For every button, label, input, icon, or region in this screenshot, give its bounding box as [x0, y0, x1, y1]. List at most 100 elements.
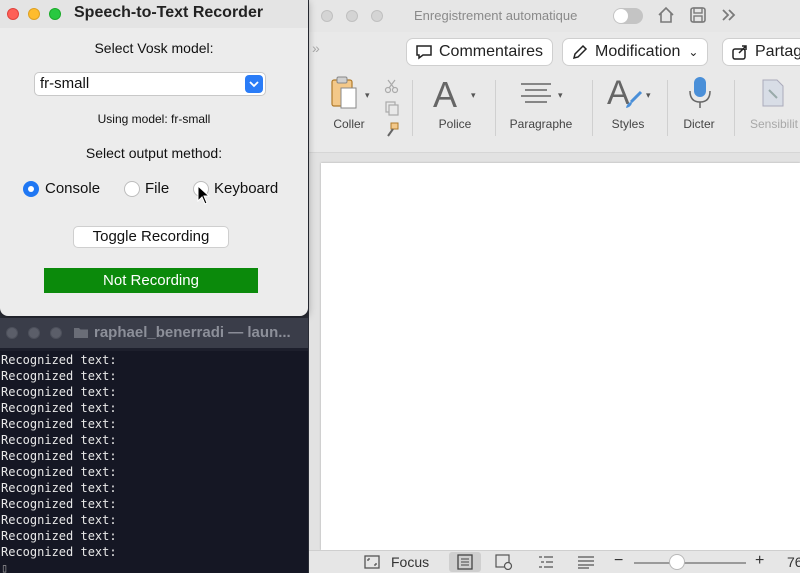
styles-label: Styles — [611, 117, 645, 131]
outline-view-icon[interactable] — [537, 555, 555, 572]
terminal-line: Recognized text: — [1, 385, 117, 399]
terminal-line: Recognized text: — [1, 401, 117, 415]
terminal-line: Recognized text: — [1, 417, 117, 431]
terminal-zoom-button[interactable] — [50, 327, 62, 339]
terminal-cursor: ▯ — [1, 561, 9, 573]
save-icon[interactable] — [687, 5, 709, 27]
autosave-toggle[interactable] — [613, 8, 643, 24]
ribbon: Coller ▾ A Police ▾ Paragraphe ▾ A Style… — [309, 72, 800, 153]
sensitivity-group[interactable]: Sensibilit — [739, 72, 800, 152]
pencil-icon — [571, 43, 589, 61]
editing-mode-label: Modification — [595, 43, 681, 60]
terminal-line: Recognized text: — [1, 529, 117, 543]
terminal-line: Recognized text: — [1, 481, 117, 495]
terminal-line: Recognized text: — [1, 465, 117, 479]
format-painter-icon[interactable] — [384, 122, 400, 143]
radio-file-label[interactable]: File — [145, 180, 169, 197]
font-group[interactable]: A Police — [425, 72, 485, 152]
draft-view-icon[interactable] — [577, 555, 595, 572]
word-titlebar: Enregistrement automatique — [309, 0, 800, 32]
editing-mode-button[interactable]: Modification ⌄ — [562, 38, 708, 66]
styles-brush-icon — [623, 90, 643, 115]
paste-chevron-icon[interactable]: ▾ — [365, 90, 370, 101]
terminal-line: Recognized text: — [1, 513, 117, 527]
zoom-slider-track[interactable] — [634, 562, 746, 564]
radio-file[interactable] — [124, 181, 140, 197]
dictate-button[interactable]: Dicter — [671, 72, 727, 152]
zoom-percent[interactable]: 76 — [787, 554, 800, 570]
sensitivity-tag-icon — [759, 78, 785, 113]
word-statusbar: Focus − + 76 — [309, 550, 800, 573]
word-zoom-button[interactable] — [371, 10, 383, 22]
zoom-out-icon[interactable]: − — [614, 552, 623, 570]
word-minimize-button[interactable] — [346, 10, 358, 22]
toggle-recording-button[interactable]: Toggle Recording — [73, 226, 229, 248]
radio-keyboard-label[interactable]: Keyboard — [214, 180, 278, 197]
zoom-button[interactable] — [49, 8, 61, 20]
recording-status-label: Not Recording — [44, 268, 258, 293]
web-layout-view-icon[interactable] — [495, 554, 513, 573]
zoom-slider-thumb[interactable] — [669, 554, 685, 570]
terminal-line: Recognized text: — [1, 433, 117, 447]
print-layout-view-button[interactable] — [449, 552, 481, 572]
terminal-titlebar: raphael_benerradi — laun... — [0, 318, 308, 348]
styles-group[interactable]: A Styles — [597, 72, 659, 152]
document-area — [309, 153, 800, 550]
paste-label: Coller — [333, 117, 365, 131]
comments-label: Commentaires — [439, 43, 544, 60]
terminal-line: Recognized text: — [1, 545, 117, 559]
paragraph-group[interactable]: Paragraphe — [501, 72, 581, 152]
font-a-icon: A — [433, 74, 458, 115]
focus-icon[interactable] — [364, 555, 380, 572]
output-prompt: Select output method: — [85, 145, 223, 161]
paste-group[interactable]: Coller — [323, 72, 375, 152]
side-chevrons-icon[interactable]: » — [312, 40, 320, 56]
radio-console-label[interactable]: Console — [45, 180, 100, 197]
paragraph-label: Paragraphe — [509, 117, 573, 131]
share-icon — [731, 43, 749, 61]
ribbon-separator — [412, 80, 413, 136]
folder-icon — [73, 326, 89, 344]
document-page[interactable] — [321, 163, 800, 550]
paragraph-align-icon — [519, 82, 553, 109]
model-status: Using model: fr-small — [97, 112, 211, 126]
dictate-label: Dicter — [683, 117, 715, 131]
model-select-value: fr-small — [40, 75, 90, 92]
terminal-output[interactable]: Recognized text: Recognized text: Recogn… — [0, 351, 308, 573]
share-label: Partag — [755, 43, 800, 60]
close-button[interactable] — [7, 8, 19, 20]
copy-icon[interactable] — [384, 100, 400, 121]
ribbon-separator — [734, 80, 735, 136]
zoom-in-icon[interactable]: + — [755, 552, 764, 570]
word-close-button[interactable] — [321, 10, 333, 22]
clipboard-icon — [329, 76, 359, 115]
recorder-titlebar: Speech-to-Text Recorder — [0, 0, 308, 28]
terminal-close-button[interactable] — [6, 327, 18, 339]
styles-chevron-icon[interactable]: ▾ — [646, 90, 651, 101]
comments-button[interactable]: Commentaires — [406, 38, 553, 66]
terminal-line: Recognized text: — [1, 369, 117, 383]
chevron-down-icon: ⌄ — [688, 45, 699, 59]
minimize-button[interactable] — [28, 8, 40, 20]
paragraph-chevron-icon[interactable]: ▾ — [558, 90, 563, 101]
font-chevron-icon[interactable]: ▾ — [471, 90, 476, 101]
font-label: Police — [438, 117, 472, 131]
more-chevrons-icon[interactable] — [718, 5, 740, 27]
terminal-line: Recognized text: — [1, 497, 117, 511]
focus-label[interactable]: Focus — [391, 554, 429, 570]
mouse-pointer-icon — [197, 184, 211, 210]
home-icon[interactable] — [655, 5, 677, 27]
desktop: Enregistrement automatique » Commentaire… — [0, 0, 800, 573]
terminal-line: Recognized text: — [1, 449, 117, 463]
share-button[interactable]: Partag — [722, 38, 800, 66]
autosave-label: Enregistrement automatique — [414, 8, 578, 23]
model-prompt: Select Vosk model: — [94, 40, 214, 56]
ribbon-separator — [592, 80, 593, 136]
terminal-minimize-button[interactable] — [28, 327, 40, 339]
radio-console[interactable] — [23, 181, 39, 197]
terminal-title: raphael_benerradi — laun... — [94, 324, 291, 341]
recorder-title: Speech-to-Text Recorder — [74, 4, 264, 21]
model-select[interactable]: fr-small — [34, 72, 266, 96]
terminal-window: raphael_benerradi — laun... Recognized t… — [0, 318, 308, 573]
cut-icon[interactable] — [384, 78, 400, 99]
